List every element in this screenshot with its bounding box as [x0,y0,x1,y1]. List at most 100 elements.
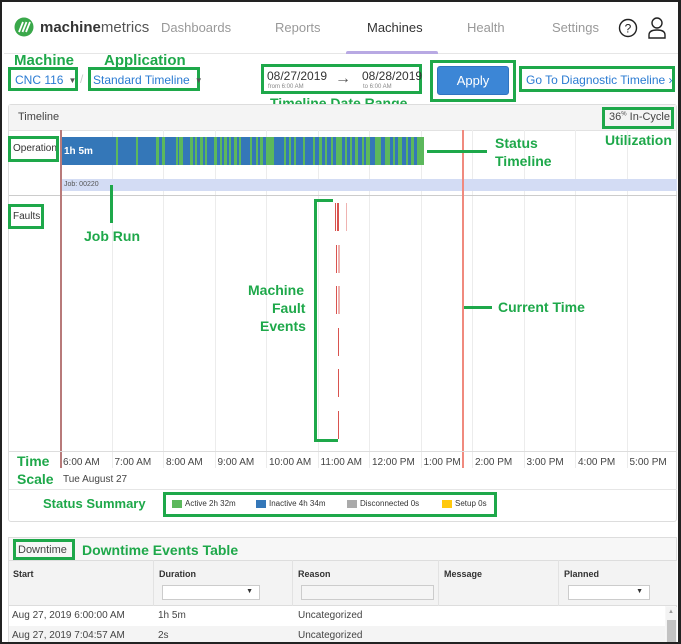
active-segment[interactable] [234,137,238,165]
cell-reason[interactable]: Uncategorized [298,630,362,641]
active-segment[interactable] [385,137,390,165]
arrow-right-icon: → [335,70,351,87]
active-segment[interactable] [283,137,286,165]
active-segment[interactable] [224,137,227,165]
annotation-box-utilization [602,107,674,129]
active-segment[interactable] [318,137,322,165]
fault-event-mark[interactable] [338,286,340,314]
active-segment[interactable] [213,137,217,165]
active-segment[interactable] [265,137,274,165]
status-timeline-bar[interactable] [61,137,425,165]
breadcrumb-separator: / [80,72,84,86]
fault-event-mark[interactable] [338,244,340,273]
active-segment[interactable] [200,137,204,165]
table-row[interactable]: Aug 27, 2019 6:00:00 AM 1h 5m Uncategori… [9,606,665,626]
fault-event-mark[interactable] [337,327,339,356]
active-segment[interactable] [411,137,415,165]
column-planned[interactable]: Planned [564,569,599,579]
dropdown-arrow-icon: ▼ [246,588,253,595]
duration-filter-select[interactable]: ▼ [162,585,260,600]
diagnostic-timeline-link[interactable]: Go To Diagnostic Timeline › [526,73,673,87]
job-run-bar[interactable] [61,179,677,191]
active-segment[interactable] [219,137,222,165]
annotation-current-time: Current Time [498,299,585,315]
active-segment[interactable] [354,137,359,165]
annotation-pointer-status [427,150,487,153]
column-duration[interactable]: Duration [159,569,196,579]
nav-settings[interactable]: Settings [552,20,599,35]
status-duration-label: 1h 5m [64,146,93,157]
active-segment[interactable] [135,137,138,165]
active-segment[interactable] [406,137,409,165]
date-from-input[interactable]: 08/27/2019 [267,69,327,83]
nav-dashboards[interactable]: Dashboards [161,20,231,35]
active-segment[interactable] [294,137,297,165]
brand-name: machinemetrics [40,18,150,36]
legend-inactive: Inactive 4h 34m [256,499,325,508]
fault-event-mark[interactable] [338,203,340,231]
active-segment[interactable] [417,137,425,165]
active-segment[interactable] [229,137,232,165]
annotation-pointer-job [110,185,113,223]
timeline-header: Timeline 36% In-Cycle [9,105,676,131]
active-segment[interactable] [366,137,370,165]
scrollbar-thumb[interactable] [667,620,676,642]
active-segment[interactable] [361,137,364,165]
active-segment[interactable] [260,137,263,165]
active-segment[interactable] [345,137,348,165]
fault-event-mark[interactable] [337,410,339,439]
cell-reason[interactable]: Uncategorized [298,610,362,621]
time-tick-label: 7:00 AM [114,457,152,468]
active-segment[interactable] [375,137,382,165]
date-to-input[interactable]: 08/28/2019 [362,69,422,83]
active-segment[interactable] [205,137,208,165]
summary-divider [9,489,677,490]
active-segment[interactable] [324,137,327,165]
active-segment[interactable] [303,137,306,165]
user-icon[interactable] [646,16,668,40]
active-segment[interactable] [336,137,342,165]
active-segment[interactable] [175,137,178,165]
active-segment[interactable] [255,137,258,165]
active-segment[interactable] [393,137,396,165]
application-select[interactable]: Standard Timeline ▼ [93,73,203,87]
legend-setup: Setup 0s [442,499,487,508]
nav-machines[interactable]: Machines [367,20,423,35]
annotation-utilization: Utilization [605,132,672,148]
machine-select[interactable]: CNC 116 ▼ [15,73,76,87]
column-reason[interactable]: Reason [298,569,331,579]
machinemetrics-logo-icon [14,17,34,37]
setup-swatch-icon [442,499,452,508]
column-message[interactable]: Message [444,569,482,579]
active-segment[interactable] [155,137,159,165]
fault-event-mark[interactable] [337,369,339,397]
apply-button[interactable]: Apply [437,66,509,95]
active-segment[interactable] [313,137,316,165]
fault-event-mark[interactable] [346,203,348,231]
active-segment[interactable] [190,137,193,165]
active-segment[interactable] [331,137,334,165]
active-segment[interactable] [350,137,353,165]
active-segment[interactable] [179,137,183,165]
active-segment[interactable] [194,137,197,165]
help-icon[interactable]: ? [618,18,638,38]
legend-disconnected: Disconnected 0s [347,499,419,508]
column-start[interactable]: Start [13,569,34,579]
nav-health[interactable]: Health [467,20,505,35]
active-segment[interactable] [116,137,119,165]
table-row[interactable]: Aug 27, 2019 7:04:57 AM 2s Uncategorized [9,626,665,642]
logo[interactable]: machinemetrics [14,17,149,37]
active-segment[interactable] [239,137,242,165]
active-segment[interactable] [398,137,402,165]
date-from-sublabel: from 6:00 AM [268,84,304,90]
reason-filter-input[interactable] [301,585,434,600]
hour-gridline [678,130,679,468]
active-segment[interactable] [161,137,166,165]
nav-reports[interactable]: Reports [275,20,321,35]
scroll-up-icon[interactable]: ▲ [668,609,674,615]
fault-event-mark[interactable] [335,286,337,314]
active-segment[interactable] [289,137,292,165]
fault-event-mark[interactable] [335,244,337,273]
active-segment[interactable] [250,137,252,165]
planned-filter-select[interactable]: ▼ [568,585,650,600]
